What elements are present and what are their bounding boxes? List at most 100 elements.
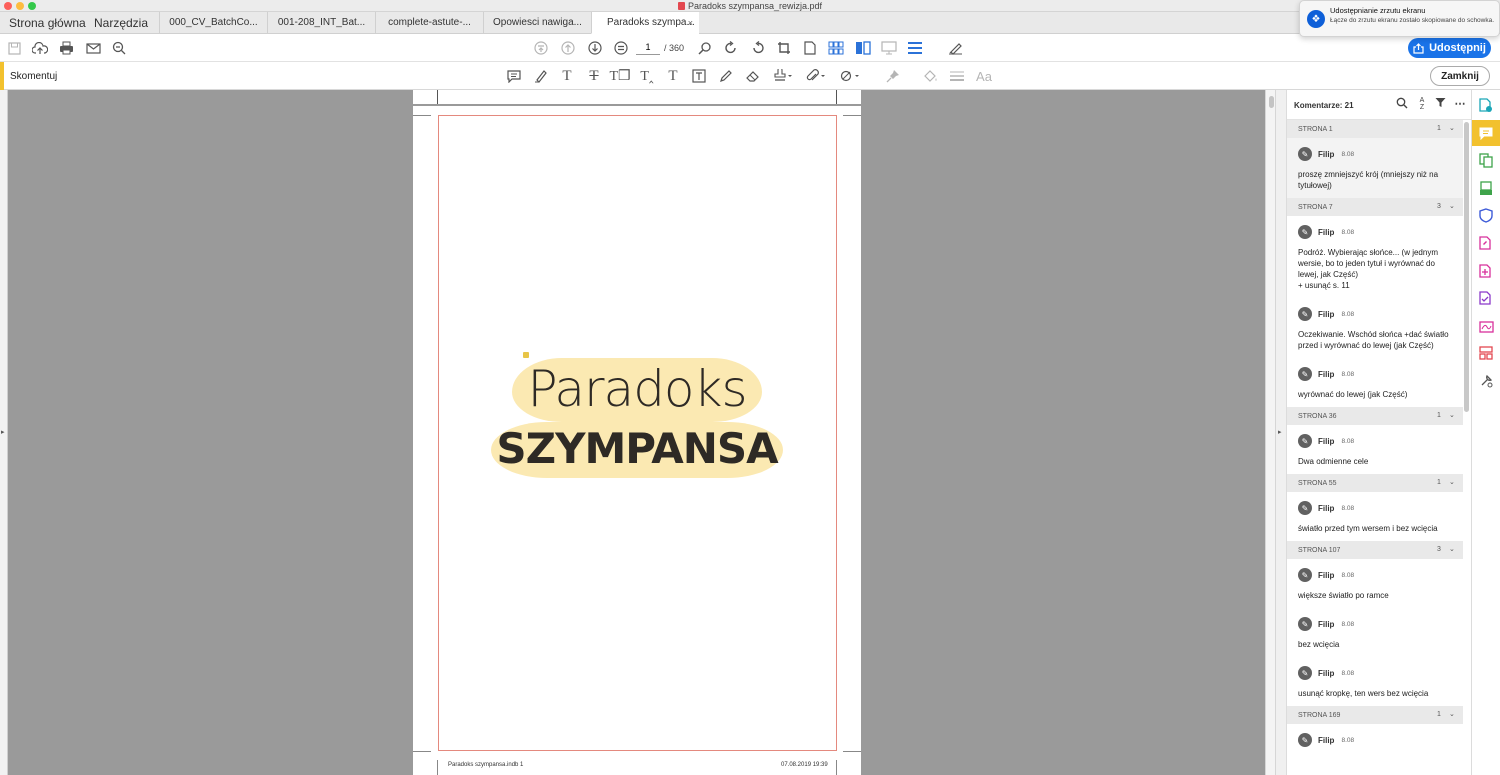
- fill-sign-icon[interactable]: [1478, 290, 1494, 306]
- chevron-down-icon[interactable]: ⌄: [1449, 124, 1455, 132]
- comment-item[interactable]: ✎ Filip 8.08 proszę zmniejszyć krój (mniej…: [1287, 138, 1463, 198]
- comment-item[interactable]: ✎ Filip 8.08 Podróż. Wybierając słońce... …: [1287, 216, 1463, 298]
- comment-author: Filip: [1318, 503, 1335, 513]
- underline-text-icon[interactable]: T: [558, 67, 576, 85]
- fill-color-icon[interactable]: [922, 67, 940, 85]
- previous-page-icon[interactable]: [559, 39, 577, 57]
- document-tab[interactable]: 001-208_INT_Bat...: [267, 12, 375, 34]
- comment-item[interactable]: ✎ Filip 8.08: [1287, 724, 1463, 755]
- scrollbar-thumb[interactable]: [1269, 96, 1274, 108]
- comment-item[interactable]: ✎ Filip 8.08 wyrównać do lewej (jak Część): [1287, 358, 1463, 407]
- chevron-down-icon[interactable]: ⌄: [1449, 545, 1455, 553]
- screenshot-notification[interactable]: ❖ Udostępnianie zrzutu ekranu Łącze do z…: [1299, 0, 1500, 37]
- comment-item[interactable]: ✎ Filip 8.08 większe światło po ramce: [1287, 559, 1463, 608]
- chevron-down-icon[interactable]: ⌄: [1449, 710, 1455, 718]
- pin-icon[interactable]: [884, 67, 902, 85]
- share-button[interactable]: Udostępnij: [1408, 38, 1491, 58]
- save-icon[interactable]: [5, 39, 23, 57]
- replace-text-icon[interactable]: T❒: [609, 67, 630, 85]
- combine-files-icon[interactable]: [1478, 152, 1494, 168]
- comment-text: wyrównać do lewej (jak Część): [1298, 390, 1408, 399]
- comment-item[interactable]: ✎ Filip 8.08 Dwa odmienne cele: [1287, 425, 1463, 474]
- tab-home[interactable]: Strona główna: [9, 12, 86, 34]
- pencil-avatar-icon: ✎: [1298, 307, 1312, 321]
- close-comment-button[interactable]: Zamknij: [1430, 66, 1490, 86]
- last-page-icon[interactable]: [612, 39, 630, 57]
- comment-item[interactable]: ✎ Filip 8.08 światło przed tym wersem i be…: [1287, 492, 1463, 541]
- comment-date: 8.08: [1341, 150, 1355, 158]
- document-tab[interactable]: Opowiesci nawiga...: [483, 12, 591, 34]
- export-pdf-icon[interactable]: [1478, 97, 1494, 113]
- close-tab-icon[interactable]: ×: [688, 12, 693, 34]
- page-group-header[interactable]: STRONA 7 3 ⌄: [1287, 198, 1463, 216]
- comment-item[interactable]: ✎ Filip 8.08 usunąć kropkę, ten wers bez w…: [1287, 657, 1463, 706]
- presentation-icon[interactable]: [880, 39, 898, 57]
- print-icon[interactable]: [57, 39, 75, 57]
- stamp-icon[interactable]: [771, 67, 795, 85]
- page-icon[interactable]: [801, 39, 819, 57]
- comments-scrollbar-thumb[interactable]: [1464, 122, 1469, 412]
- right-pane-toggle[interactable]: ▸: [1275, 90, 1286, 775]
- pencil-avatar-icon: ✎: [1298, 568, 1312, 582]
- previous-page-bottom: [413, 90, 861, 104]
- strikethrough-text-icon[interactable]: T: [585, 67, 603, 85]
- organize-pages-icon[interactable]: [827, 39, 845, 57]
- create-pdf-icon[interactable]: [1478, 263, 1494, 279]
- text-box-icon[interactable]: [690, 67, 708, 85]
- page-group-header[interactable]: STRONA 107 3 ⌄: [1287, 541, 1463, 559]
- pdf-page[interactable]: Paradoks SZYMPANSA Paradoks szympansa.in…: [413, 106, 861, 775]
- page-group-count: 1: [1437, 479, 1441, 486]
- next-page-icon[interactable]: [586, 39, 604, 57]
- edit-pdf-icon[interactable]: [1478, 235, 1494, 251]
- sort-icon[interactable]: AZ: [1415, 97, 1429, 111]
- tab-tools[interactable]: Narzędzia: [94, 12, 148, 34]
- sign-icon[interactable]: [946, 39, 964, 57]
- scan-icon[interactable]: [1478, 180, 1494, 196]
- zoom-out-icon[interactable]: [110, 39, 128, 57]
- add-text-icon[interactable]: T: [664, 67, 682, 85]
- chevron-down-icon[interactable]: ⌄: [1449, 411, 1455, 419]
- organize-pages-tool-icon[interactable]: [1478, 345, 1494, 361]
- rotate-counterclockwise-icon[interactable]: [749, 39, 767, 57]
- chevron-down-icon[interactable]: ⌄: [1449, 478, 1455, 486]
- filter-icon[interactable]: [1433, 97, 1447, 111]
- protect-shield-icon[interactable]: [1478, 207, 1494, 223]
- search-icon[interactable]: [1395, 97, 1409, 111]
- crop-icon[interactable]: [775, 39, 793, 57]
- more-options-icon[interactable]: ⋯: [1453, 97, 1467, 111]
- attach-file-icon[interactable]: [804, 67, 828, 85]
- page-group-header[interactable]: STRONA 36 1 ⌄: [1287, 407, 1463, 425]
- document-scrollbar[interactable]: [1265, 90, 1275, 775]
- eraser-icon[interactable]: [743, 67, 761, 85]
- email-icon[interactable]: [84, 39, 102, 57]
- document-tab[interactable]: 000_CV_BatchCo...: [159, 12, 267, 34]
- pencil-icon[interactable]: [717, 67, 735, 85]
- sticky-note-icon[interactable]: [505, 67, 523, 85]
- marquee-zoom-icon[interactable]: [696, 39, 714, 57]
- page-group-header[interactable]: STRONA 55 1 ⌄: [1287, 474, 1463, 492]
- comment-marker-icon[interactable]: [523, 352, 529, 358]
- document-tab-active[interactable]: Paradoks szympa... ×: [591, 12, 699, 34]
- shapes-icon[interactable]: [838, 67, 862, 85]
- page-group-header[interactable]: STRONA 1 1 ⌄: [1287, 120, 1463, 138]
- chevron-down-icon[interactable]: ⌄: [1449, 202, 1455, 210]
- two-page-view-icon[interactable]: [854, 39, 872, 57]
- line-weight-icon[interactable]: [948, 67, 966, 85]
- upload-cloud-icon[interactable]: [31, 39, 49, 57]
- comment-tool-icon[interactable]: [1478, 125, 1494, 141]
- font-properties-icon[interactable]: Aa: [975, 67, 993, 85]
- document-tab[interactable]: complete-astute-...: [375, 12, 483, 34]
- first-page-icon[interactable]: [532, 39, 550, 57]
- comment-item[interactable]: ✎ Filip 8.08 bez wcięcia: [1287, 608, 1463, 657]
- scroll-mode-icon[interactable]: [906, 39, 924, 57]
- page-footer-file: Paradoks szympansa.indb 1: [448, 762, 524, 768]
- left-pane-toggle[interactable]: ▸: [0, 90, 8, 775]
- send-for-signature-icon[interactable]: [1478, 318, 1494, 334]
- insert-text-icon[interactable]: T‸: [638, 67, 656, 85]
- rotate-clockwise-icon[interactable]: [722, 39, 740, 57]
- page-number-input[interactable]: [636, 40, 660, 55]
- more-tools-icon[interactable]: [1478, 373, 1494, 389]
- highlight-text-icon[interactable]: [532, 67, 550, 85]
- page-group-header[interactable]: STRONA 169 1 ⌄: [1287, 706, 1463, 724]
- comment-item[interactable]: ✎ Filip 8.08 Oczekiwanie. Wschód słońca +d…: [1287, 298, 1463, 358]
